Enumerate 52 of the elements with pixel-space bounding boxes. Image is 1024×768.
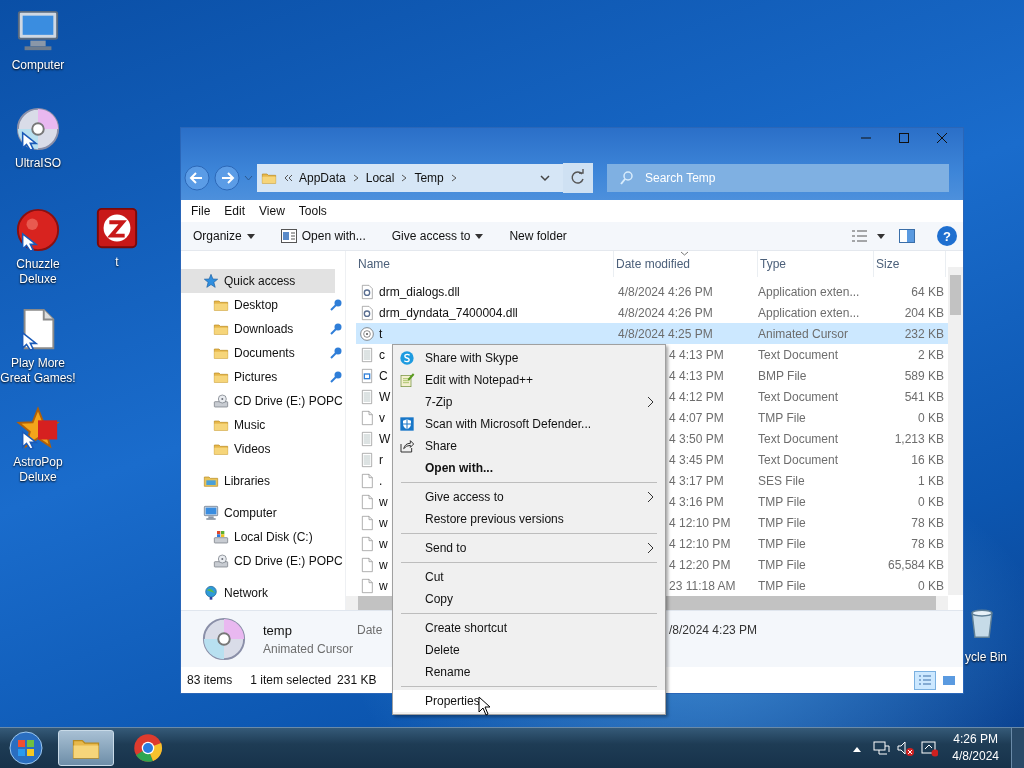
date-text: 4 4:07 PM bbox=[669, 410, 724, 425]
size-text: 64 KB bbox=[911, 284, 944, 299]
size-text: 2 KB bbox=[918, 347, 944, 362]
date-text: 4/8/2024 4:26 PM bbox=[618, 284, 713, 299]
date-text: 4 4:13 PM bbox=[669, 368, 724, 383]
size-text: 589 KB bbox=[904, 368, 944, 383]
size-text: 65,584 KB bbox=[887, 557, 944, 572]
size-text: 78 KB bbox=[911, 536, 944, 551]
size-text: 204 KB bbox=[904, 305, 944, 320]
size-text: 0 KB bbox=[918, 410, 944, 425]
size-text: 232 KB bbox=[904, 326, 944, 341]
type-text: Text Document bbox=[758, 452, 839, 467]
type-text: TMP File bbox=[758, 578, 806, 593]
date-text: 4 12:10 PM bbox=[669, 515, 731, 530]
date-text: 4 4:13 PM bbox=[669, 347, 724, 362]
type-text: Text Document bbox=[758, 347, 839, 362]
type-text: Text Document bbox=[758, 389, 839, 404]
date-text: 4 3:16 PM bbox=[669, 494, 724, 509]
type-text: TMP File bbox=[758, 557, 806, 572]
selection-info: 1 item selected bbox=[250, 673, 332, 687]
date-text: 23 11:18 AM bbox=[669, 578, 736, 593]
type-text: TMP File bbox=[758, 494, 806, 509]
type-text: Application exten... bbox=[758, 284, 860, 299]
date-text: 4 3:17 PM bbox=[669, 473, 724, 488]
type-text: TMP File bbox=[758, 515, 806, 530]
type-text: TMP File bbox=[758, 410, 806, 425]
type-text: Text Document bbox=[758, 431, 839, 446]
type-text: TMP File bbox=[758, 536, 806, 551]
selection-size: 231 KB bbox=[337, 673, 377, 687]
date-text: 4/8/2024 4:26 PM bbox=[618, 305, 713, 320]
type-text: SES File bbox=[758, 473, 805, 488]
date-text: 4 12:10 PM bbox=[669, 536, 731, 551]
date-text: 4/8/2024 4:25 PM bbox=[618, 326, 713, 341]
date-text: 4 12:20 PM bbox=[669, 557, 731, 572]
size-text: 0 KB bbox=[918, 578, 944, 593]
size-text: 0 KB bbox=[918, 494, 944, 509]
file-name: temp bbox=[263, 622, 292, 638]
size-text: 1,213 KB bbox=[894, 431, 944, 446]
size-text: 541 KB bbox=[904, 389, 944, 404]
type-text: BMP File bbox=[758, 368, 807, 383]
date-value: /8/2024 4:23 PM bbox=[669, 623, 758, 637]
type-text: Animated Cursor bbox=[758, 326, 849, 341]
size-text: 16 KB bbox=[911, 452, 944, 467]
date-text: 4 4:12 PM bbox=[669, 389, 724, 404]
date-label: Date bbox=[357, 623, 383, 637]
size-text: 1 KB bbox=[918, 473, 944, 488]
type-text: Application exten... bbox=[758, 305, 860, 320]
date-text: 4 3:50 PM bbox=[669, 431, 724, 446]
size-text: 78 KB bbox=[911, 515, 944, 530]
item-count: 83 items bbox=[187, 673, 233, 687]
date-text: 4 3:45 PM bbox=[669, 452, 724, 467]
file-type: Animated Cursor bbox=[263, 641, 354, 656]
